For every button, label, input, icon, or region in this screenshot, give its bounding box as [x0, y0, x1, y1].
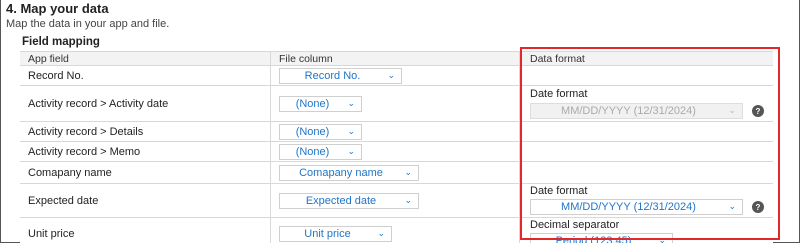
file-column-select[interactable]: (None) ⌄	[279, 143, 362, 160]
select-value: (None)	[295, 145, 330, 158]
file-column-select[interactable]: (None) ⌄	[279, 95, 362, 112]
chevron-down-icon: ⌄	[404, 166, 412, 177]
file-column-select[interactable]: (None) ⌄	[279, 123, 362, 140]
chevron-down-icon: ⌄	[347, 125, 355, 136]
select-value: Comapany name	[299, 166, 383, 179]
select-value: Record No.	[304, 69, 361, 82]
app-field-label: Unit price	[20, 218, 271, 243]
file-column-select[interactable]: Record No. ⌄	[279, 67, 402, 84]
app-field-label: Activity record > Details	[20, 122, 271, 141]
select-value: (None)	[295, 125, 330, 138]
chevron-down-icon: ⌄	[347, 145, 355, 156]
app-field-label: Expected date	[20, 184, 271, 217]
header-file-column: File column	[271, 52, 520, 65]
section-title: 4. Map your data	[6, 1, 109, 16]
app-field-label: Activity record > Memo	[20, 142, 271, 161]
chevron-down-icon: ⌄	[347, 97, 355, 108]
file-column-select[interactable]: Comapany name ⌄	[279, 164, 419, 181]
file-column-select[interactable]: Expected date ⌄	[279, 192, 419, 209]
select-value: Unit price	[304, 228, 351, 240]
app-field-label: Activity record > Activity date	[20, 86, 271, 121]
field-mapping-title: Field mapping	[22, 36, 100, 48]
chevron-down-icon: ⌄	[387, 69, 395, 80]
select-value: Expected date	[305, 194, 377, 207]
section-description: Map the data in your app and file.	[6, 18, 170, 30]
data-format-highlight-box	[520, 47, 780, 240]
chevron-down-icon: ⌄	[404, 194, 412, 205]
app-field-label: Comapany name	[20, 162, 271, 183]
app-field-label: Record No.	[20, 66, 271, 85]
header-app-field: App field	[20, 52, 271, 65]
chevron-down-icon: ⌄	[377, 228, 385, 238]
select-value: (None)	[295, 97, 330, 110]
file-column-select[interactable]: Unit price ⌄	[279, 226, 392, 242]
